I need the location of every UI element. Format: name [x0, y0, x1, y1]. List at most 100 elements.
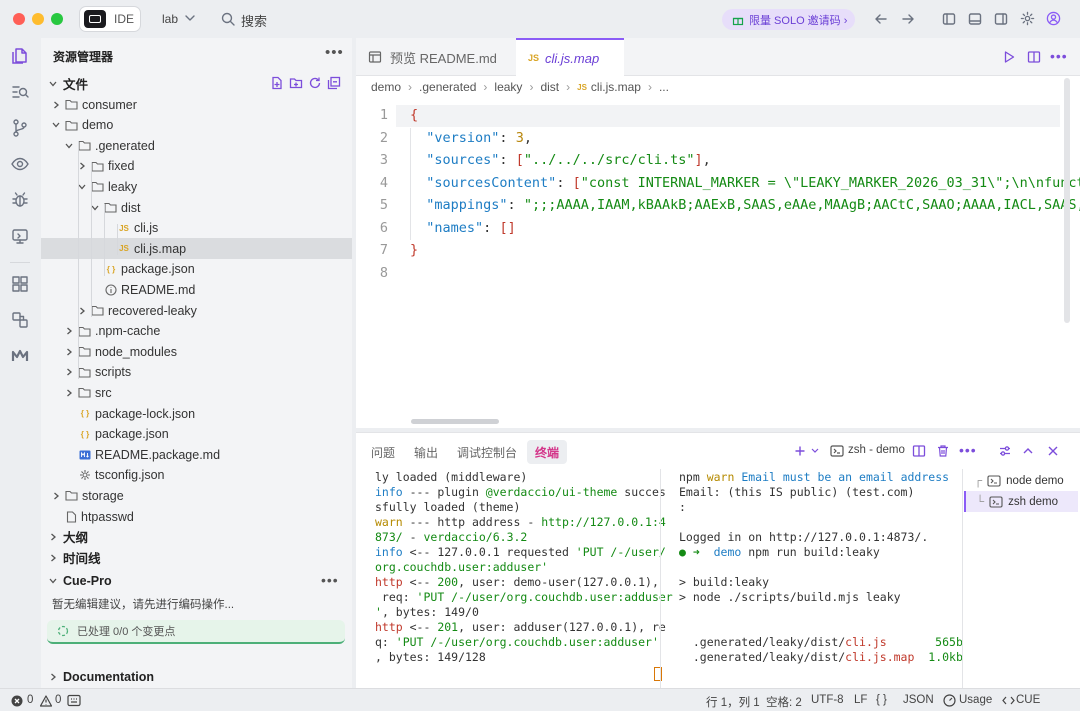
- debug-bug-icon[interactable]: [10, 190, 30, 210]
- tree-item[interactable]: tsconfig.json: [41, 465, 352, 486]
- cue-status-button[interactable]: CUE: [1016, 694, 1040, 706]
- tab-cli-js-map[interactable]: JS cli.js.map: [516, 38, 624, 76]
- cursor-position[interactable]: 行 1，列 1: [706, 694, 760, 710]
- split-terminal-icon[interactable]: [912, 444, 926, 458]
- split-editor-icon[interactable]: [1027, 50, 1041, 64]
- tree-item[interactable]: .npm-cache: [41, 321, 352, 342]
- tree-item[interactable]: JS cli.js: [41, 218, 352, 239]
- search-sidebar-icon[interactable]: [10, 82, 30, 102]
- account-icon[interactable]: [1046, 11, 1061, 26]
- tree-item[interactable]: README.md: [41, 279, 352, 300]
- toggle-right-sidebar-icon[interactable]: [994, 12, 1008, 26]
- tree-item[interactable]: node_modules: [41, 341, 352, 362]
- terminal-name[interactable]: zsh - demo: [848, 444, 905, 456]
- new-folder-icon[interactable]: [289, 76, 303, 90]
- usage-button[interactable]: Usage: [959, 694, 992, 706]
- warning-count[interactable]: 0: [55, 694, 61, 706]
- panel-settings-icon[interactable]: [998, 444, 1012, 458]
- terminal-session-item[interactable]: └ zsh demo: [964, 491, 1078, 512]
- breadcrumb-item[interactable]: leaky: [494, 80, 522, 94]
- documentation-section-header[interactable]: Documentation: [41, 666, 352, 687]
- breadcrumb-item[interactable]: demo: [371, 80, 401, 94]
- new-terminal-icon[interactable]: [794, 445, 806, 457]
- code-line[interactable]: }: [410, 242, 418, 258]
- warning-icon[interactable]: [40, 695, 52, 707]
- tree-item[interactable]: fixed: [41, 156, 352, 177]
- tree-item[interactable]: recovered-leaky: [41, 300, 352, 321]
- tab-problems[interactable]: 问题: [371, 440, 395, 464]
- tree-item[interactable]: htpasswd: [41, 506, 352, 527]
- code-line[interactable]: "version": 3,: [410, 130, 532, 146]
- outline-section-header[interactable]: 大纲: [41, 526, 352, 547]
- toggle-panel-icon[interactable]: [968, 12, 982, 26]
- tab-output[interactable]: 输出: [414, 440, 438, 464]
- tree-item[interactable]: leaky: [41, 176, 352, 197]
- refresh-icon[interactable]: [308, 76, 322, 90]
- close-panel-icon[interactable]: [1047, 445, 1059, 457]
- cue-more-icon[interactable]: •••: [321, 572, 339, 588]
- cue-logo-icon[interactable]: [10, 346, 30, 366]
- tab-readme-preview[interactable]: 预览 README.md: [356, 38, 516, 76]
- extensions-grid-icon[interactable]: [10, 274, 30, 294]
- horizontal-scrollbar[interactable]: [411, 419, 499, 424]
- solo-invite-badge[interactable]: 限量 SOLO 邀请码 ›: [722, 9, 855, 30]
- preview-eye-icon[interactable]: [10, 154, 30, 174]
- tree-item[interactable]: JS cli.js.map: [41, 238, 352, 260]
- toggle-sidebar-icon[interactable]: [942, 12, 956, 26]
- tree-item[interactable]: storage: [41, 485, 352, 506]
- error-icon[interactable]: [11, 695, 23, 707]
- explorer-icon[interactable]: [10, 46, 30, 66]
- files-section-header[interactable]: 文件: [41, 73, 352, 94]
- chevron-down-icon[interactable]: [185, 14, 195, 22]
- remote-display-icon[interactable]: [10, 226, 30, 246]
- gear-icon[interactable]: [1020, 11, 1035, 26]
- run-icon[interactable]: [1002, 50, 1016, 64]
- panel-more-icon[interactable]: •••: [959, 442, 977, 458]
- cue-pro-section-header[interactable]: Cue-Pro: [41, 570, 352, 591]
- ports-icon[interactable]: [67, 694, 81, 707]
- tree-item[interactable]: consumer: [41, 94, 352, 115]
- tree-item[interactable]: { } package.json: [41, 424, 352, 445]
- search-box[interactable]: 搜索: [241, 11, 267, 30]
- timeline-section-header[interactable]: 时间线: [41, 547, 352, 568]
- tree-item[interactable]: .generated: [41, 135, 352, 156]
- more-actions-icon[interactable]: •••: [325, 44, 344, 61]
- vertical-scrollbar[interactable]: [1064, 78, 1070, 323]
- tree-item[interactable]: scripts: [41, 362, 352, 383]
- editor-more-icon[interactable]: •••: [1050, 48, 1068, 64]
- code-line[interactable]: "mappings": ";;;AAAA,IAAM,kBAAkB;AAExB,S…: [410, 197, 1080, 213]
- tree-item[interactable]: { } package.json: [41, 259, 352, 280]
- tree-item[interactable]: { } package-lock.json: [41, 403, 352, 424]
- maximize-panel-icon[interactable]: [1022, 445, 1034, 457]
- back-arrow-icon[interactable]: [874, 12, 888, 26]
- minimize-window-button[interactable]: [32, 13, 44, 25]
- breadcrumb-item[interactable]: ...: [659, 80, 669, 94]
- language-mode[interactable]: JSON: [903, 694, 934, 706]
- close-window-button[interactable]: [13, 13, 25, 25]
- encoding[interactable]: UTF-8: [811, 694, 844, 706]
- tree-item[interactable]: dist: [41, 197, 352, 218]
- line-ending[interactable]: LF: [854, 694, 867, 706]
- project-name[interactable]: lab: [162, 12, 178, 26]
- code-line[interactable]: "sourcesContent": ["const INTERNAL_MARKE…: [410, 175, 1080, 191]
- breadcrumb-item[interactable]: dist: [540, 80, 559, 94]
- containers-icon[interactable]: [10, 310, 30, 330]
- breadcrumb-item[interactable]: cli.js.map: [591, 80, 641, 94]
- breadcrumb-item[interactable]: .generated: [419, 80, 476, 94]
- code-line[interactable]: {: [410, 107, 418, 123]
- tab-terminal[interactable]: 终端: [527, 440, 568, 464]
- ide-mode-switch[interactable]: IDE: [79, 6, 141, 32]
- forward-arrow-icon[interactable]: [901, 12, 915, 26]
- search-icon[interactable]: [221, 12, 235, 26]
- terminal-session-item[interactable]: ┌ node demo: [964, 470, 1078, 491]
- tab-debug-console[interactable]: 调试控制台: [457, 440, 517, 464]
- source-control-icon[interactable]: [10, 118, 30, 138]
- new-file-icon[interactable]: [270, 76, 284, 90]
- bracket-indicator[interactable]: { }: [876, 694, 887, 706]
- tree-item[interactable]: README.package.md: [41, 444, 352, 465]
- chevron-down-icon[interactable]: [811, 448, 819, 454]
- trash-icon[interactable]: [936, 444, 950, 458]
- tree-item[interactable]: src: [41, 382, 352, 403]
- code-line[interactable]: "names": []: [410, 220, 515, 236]
- error-count[interactable]: 0: [27, 694, 33, 706]
